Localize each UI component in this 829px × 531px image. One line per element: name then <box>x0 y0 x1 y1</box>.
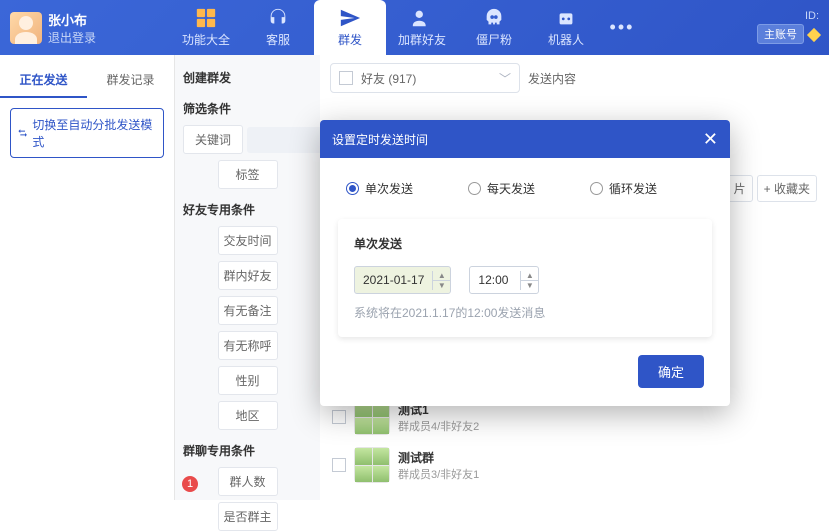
close-icon[interactable]: ✕ <box>703 130 718 148</box>
radio-icon <box>468 182 481 195</box>
main-account-badge: 主账号 <box>757 24 804 44</box>
schedule-modal: 设置定时发送时间 ✕ 单次发送 每天发送 循环发送 单次发送 2021-01-1… <box>320 120 730 406</box>
nav-label: 机器人 <box>548 31 584 48</box>
date-value: 2021-01-17 <box>355 273 432 287</box>
id-box: ID: 主账号 <box>757 10 819 44</box>
grid-icon <box>195 7 217 29</box>
checkbox-icon[interactable] <box>332 410 346 424</box>
up-icon[interactable]: ▲ <box>521 271 538 281</box>
cond-tag[interactable]: 标签 <box>218 160 278 189</box>
logout-link[interactable]: 退出登录 <box>48 29 96 46</box>
cond-friendtime[interactable]: 交友时间 <box>218 226 278 255</box>
user-plus-icon <box>411 7 433 29</box>
nav-label: 僵尸粉 <box>476 31 512 48</box>
content-chips: 片 + 收藏夹 <box>727 175 817 202</box>
nav-add-friends[interactable]: 加群好友 <box>386 0 458 55</box>
robot-icon <box>555 7 577 29</box>
headset-icon <box>267 7 289 29</box>
checkbox-icon[interactable] <box>339 71 353 85</box>
nav-more[interactable]: ••• <box>602 0 642 55</box>
radio-daily[interactable]: 每天发送 <box>468 180 535 197</box>
badge-count: 1 <box>182 476 198 492</box>
filter-title: 筛选条件 <box>183 94 312 125</box>
send-icon <box>339 7 361 29</box>
radio-icon <box>590 182 603 195</box>
schedule-hint: 系统将在2021.1.17的12:00发送消息 <box>354 304 696 321</box>
up-icon[interactable]: ▲ <box>433 271 450 281</box>
checkbox-icon[interactable] <box>332 458 346 472</box>
cond-gender[interactable]: 性别 <box>218 366 278 395</box>
nav-label: 客服 <box>266 31 290 48</box>
chevron-down-icon: ﹀ <box>499 70 511 87</box>
friend-select-label: 好友 (917) <box>361 70 416 87</box>
cond-owner[interactable]: 是否群主 <box>218 502 278 531</box>
radio-loop[interactable]: 循环发送 <box>590 180 657 197</box>
down-icon[interactable]: ▼ <box>521 281 538 290</box>
friend-conditions-title: 好友专用条件 <box>183 195 312 226</box>
modal-title: 设置定时发送时间 <box>332 131 428 148</box>
skull-icon <box>483 7 505 29</box>
top-navbar: 张小布 退出登录 功能大全 客服 群发 加群好友 僵尸粉 机器人 ••• <box>0 0 829 55</box>
card-title: 单次发送 <box>354 235 696 252</box>
radio-icon <box>346 182 359 195</box>
nav-tabs: 功能大全 客服 群发 加群好友 僵尸粉 机器人 ••• <box>170 0 642 55</box>
time-value: 12:00 <box>470 273 520 287</box>
filter-panel: 创建群发 筛选条件 关键词 标签 好友专用条件 交友时间 群内好友 有无备注 有… <box>175 55 320 500</box>
time-stepper[interactable]: ▲▼ <box>520 271 538 290</box>
send-content-label: 发送内容 <box>528 70 576 87</box>
id-label: ID: <box>757 10 819 22</box>
nav-zombie[interactable]: 僵尸粉 <box>458 0 530 55</box>
nav-label: 群发 <box>338 31 362 48</box>
create-broadcast-title: 创建群发 <box>183 63 312 94</box>
switch-label: 切换至自动分批发送模式 <box>32 116 157 150</box>
nav-broadcast[interactable]: 群发 <box>314 0 386 55</box>
radio-once[interactable]: 单次发送 <box>346 180 413 197</box>
left-panel: 正在发送 群发记录 切换至自动分批发送模式 <box>0 55 175 500</box>
cond-nickname[interactable]: 有无称呼 <box>218 331 278 360</box>
group-name: 测试群 <box>398 449 479 466</box>
cond-keyword[interactable]: 关键词 <box>183 125 243 154</box>
down-icon[interactable]: ▼ <box>433 281 450 290</box>
time-field[interactable]: 12:00 ▲▼ <box>469 266 539 294</box>
send-tabs: 正在发送 群发记录 <box>0 63 174 98</box>
nav-all-features[interactable]: 功能大全 <box>170 0 242 55</box>
swap-icon <box>17 127 28 139</box>
nav-label: 功能大全 <box>182 31 230 48</box>
list-item[interactable]: 测试群 群成员3/非好友1 <box>330 441 819 489</box>
date-field[interactable]: 2021-01-17 ▲▼ <box>354 266 451 294</box>
chip-favorites[interactable]: + 收藏夹 <box>757 175 817 202</box>
nav-label: 加群好友 <box>398 31 446 48</box>
nav-support[interactable]: 客服 <box>242 0 314 55</box>
once-card: 单次发送 2021-01-17 ▲▼ 12:00 ▲▼ 系统将在2021.1.1… <box>338 219 712 337</box>
modal-header: 设置定时发送时间 ✕ <box>320 120 730 158</box>
cond-groupfriend[interactable]: 群内好友 <box>218 261 278 290</box>
group-meta: 群成员3/非好友1 <box>398 466 479 482</box>
tab-sending[interactable]: 正在发送 <box>0 63 87 98</box>
cond-membercount[interactable]: 群人数 <box>218 467 278 496</box>
nav-robot[interactable]: 机器人 <box>530 0 602 55</box>
chip-card[interactable]: 片 <box>727 175 753 202</box>
group-conditions-title: 群聊专用条件 <box>183 436 312 467</box>
diamond-icon <box>807 28 821 42</box>
cond-remark[interactable]: 有无备注 <box>218 296 278 325</box>
switch-mode-button[interactable]: 切换至自动分批发送模式 <box>10 108 164 158</box>
group-meta: 群成员4/非好友2 <box>398 418 479 434</box>
tab-history[interactable]: 群发记录 <box>87 63 174 98</box>
user-block: 张小布 退出登录 <box>10 10 170 46</box>
group-avatar <box>354 447 390 483</box>
cond-region[interactable]: 地区 <box>218 401 278 430</box>
user-name: 张小布 <box>48 10 96 29</box>
ok-button[interactable]: 确定 <box>638 355 704 388</box>
send-mode-radios: 单次发送 每天发送 循环发送 <box>346 176 704 215</box>
avatar[interactable] <box>10 12 42 44</box>
friend-select[interactable]: 好友 (917) ﹀ <box>330 63 520 93</box>
date-stepper[interactable]: ▲▼ <box>432 271 450 290</box>
